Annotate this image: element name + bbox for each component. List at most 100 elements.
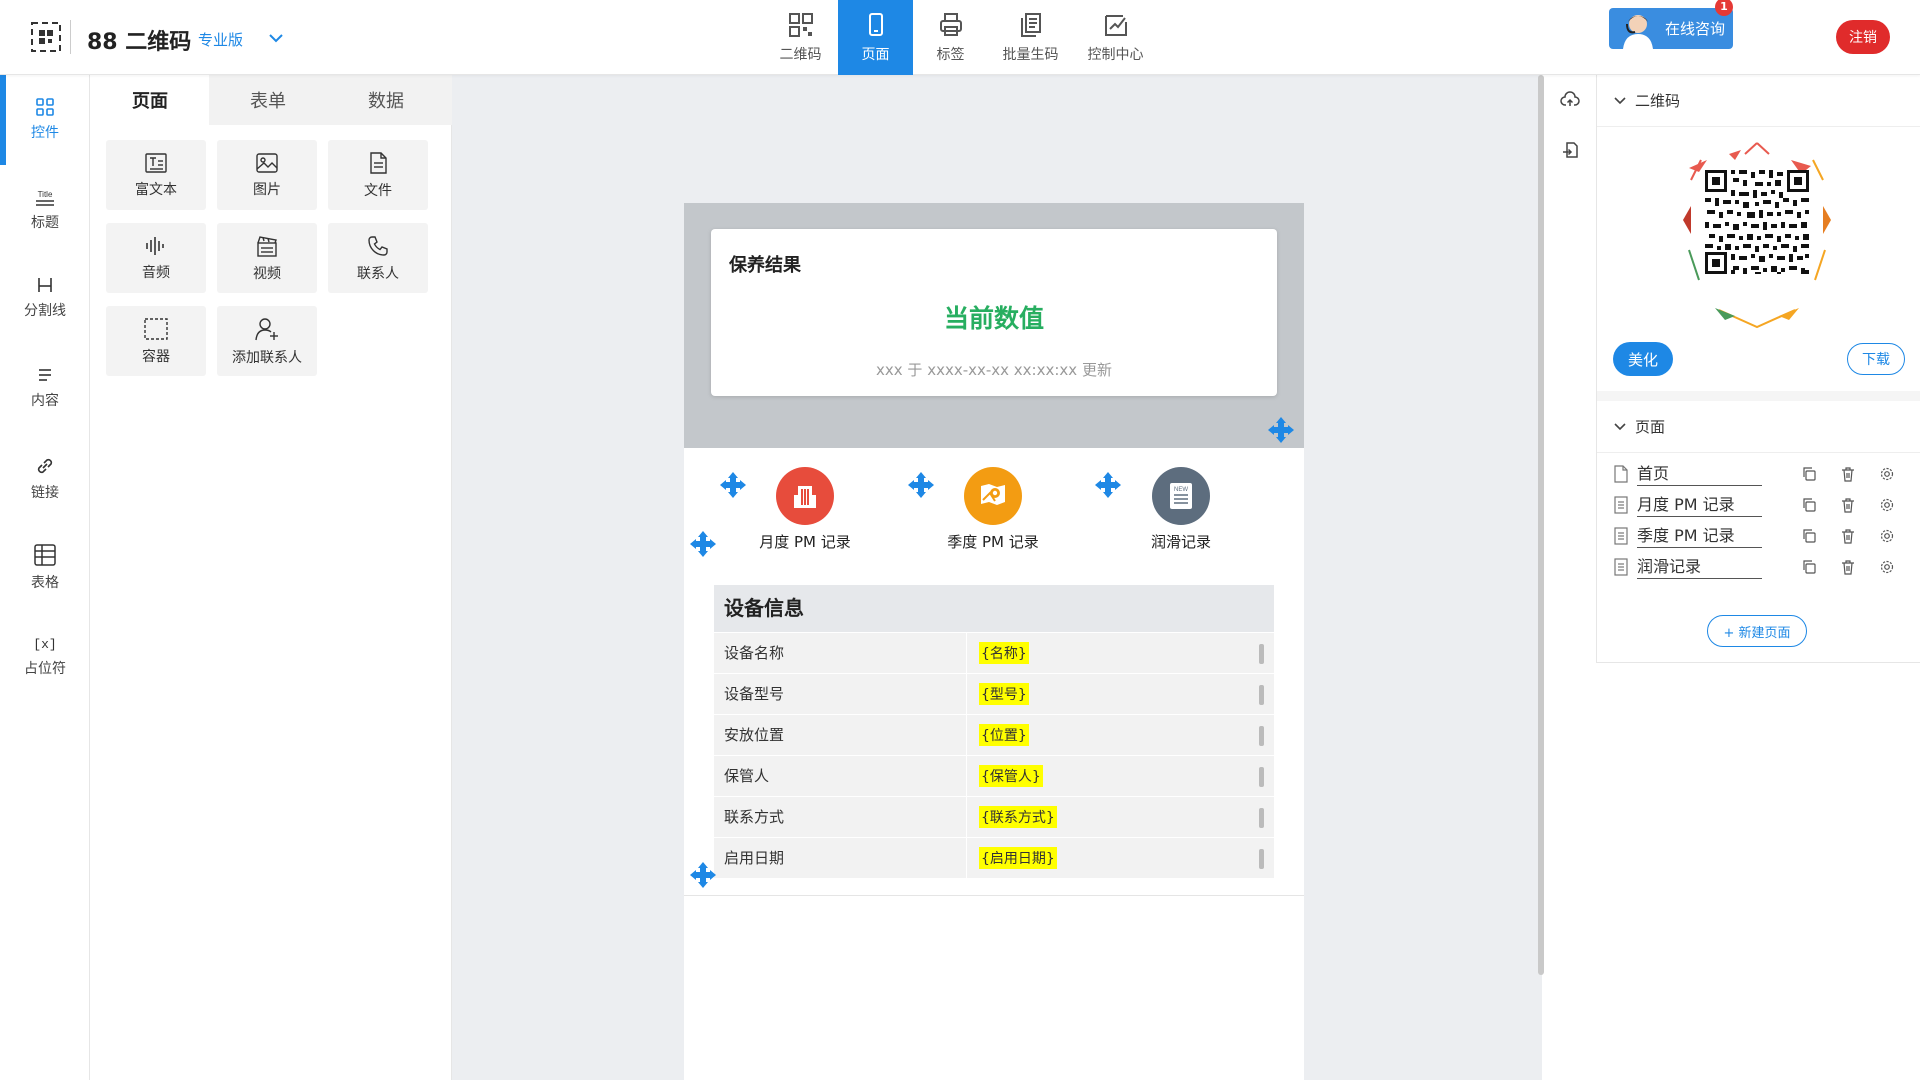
page-list-icon xyxy=(1614,558,1628,576)
table-row[interactable]: 设备名称 {名称} xyxy=(714,632,1274,673)
beautify-button[interactable]: 美化 xyxy=(1613,342,1673,376)
widget-contact[interactable]: 联系人 xyxy=(328,223,428,293)
app-logo-icon[interactable] xyxy=(30,20,62,54)
link-icon xyxy=(37,458,53,474)
widget-rich-text[interactable]: 富文本 xyxy=(106,140,206,210)
nav-label[interactable]: 标签 xyxy=(913,0,988,75)
svg-text:[x]: [x] xyxy=(33,637,56,652)
nav-qrcode[interactable]: 二维码 xyxy=(763,0,838,75)
building-icon xyxy=(794,486,816,508)
row-drag-handle[interactable] xyxy=(1259,849,1264,869)
widget-label: 容器 xyxy=(142,348,170,365)
left-rail: 控件 Title 标题 分割线 内容 链接 表格 [x] 占位符 xyxy=(0,75,90,1080)
divider-icon xyxy=(38,278,52,292)
logout-button[interactable]: 注销 xyxy=(1836,20,1890,54)
mobile-page-icon xyxy=(868,13,883,36)
online-consult-button[interactable]: 在线咨询 1 xyxy=(1609,0,1733,49)
trash-icon[interactable] xyxy=(1840,528,1856,544)
widget-audio[interactable]: 音频 xyxy=(106,223,206,293)
widget-container[interactable]: 容器 xyxy=(106,306,206,376)
widget-grid: 富文本 图片 文件 音频 视频 联系人 容器 添加联系人 xyxy=(106,140,428,376)
move-handle-icon[interactable] xyxy=(688,529,718,559)
row-value-cell: {保管人} xyxy=(967,756,1274,796)
trash-icon[interactable] xyxy=(1840,466,1856,482)
nav-control[interactable]: 控制中心 xyxy=(1073,0,1158,75)
row-label: 安放位置 xyxy=(714,715,967,755)
equipment-info-table[interactable]: 设备信息 设备名称 {名称} 设备型号 {型号} 安放位置 {位置} 保管人 {… xyxy=(714,585,1274,878)
rail-item-placeholder[interactable]: [x] 占位符 xyxy=(0,633,90,678)
widget-file[interactable]: 文件 xyxy=(328,140,428,210)
nav-page[interactable]: 页面 xyxy=(838,0,913,75)
page-list-icon xyxy=(1614,496,1628,514)
table-icon xyxy=(34,544,56,566)
qr-code-preview[interactable] xyxy=(1665,140,1849,330)
copy-icon[interactable] xyxy=(1801,466,1817,482)
widget-panel: 页面 表单 数据 富文本 图片 文件 音频 视频 联系人 容器 添加联系人 xyxy=(91,75,452,1080)
page-name[interactable]: 润滑记录 xyxy=(1637,556,1762,579)
rail-item-widgets[interactable]: 控件 xyxy=(0,97,90,142)
table-row[interactable]: 设备型号 {型号} xyxy=(714,673,1274,714)
pages-section-title: 页面 xyxy=(1635,418,1666,436)
cloud-upload-icon[interactable] xyxy=(1560,90,1580,110)
table-row[interactable]: 启用日期 {启用日期} xyxy=(714,837,1274,878)
export-icon[interactable] xyxy=(1560,140,1580,160)
link-monthly-pm[interactable]: 月度 PM 记录 xyxy=(740,467,870,552)
page-name[interactable]: 首页 xyxy=(1637,463,1762,486)
page-item-home[interactable]: 首页 xyxy=(1613,461,1913,487)
move-handle-icon[interactable] xyxy=(1266,415,1296,445)
link-lubrication[interactable]: NEW 润滑记录 xyxy=(1116,467,1246,552)
rail-item-link[interactable]: 链接 xyxy=(0,455,90,502)
rail-item-title[interactable]: Title 标题 xyxy=(0,187,90,232)
gear-icon[interactable] xyxy=(1879,497,1895,513)
nav-batch[interactable]: 批量生码 xyxy=(988,0,1073,75)
copy-icon[interactable] xyxy=(1801,497,1817,513)
chevron-down-icon[interactable] xyxy=(266,28,286,48)
widget-add-contact[interactable]: 添加联系人 xyxy=(217,306,317,376)
audio-icon xyxy=(146,236,164,255)
pages-section-header[interactable]: 页面 xyxy=(1597,401,1920,453)
link-quarterly-pm[interactable]: 季度 PM 记录 xyxy=(928,467,1058,552)
rail-item-content[interactable]: 内容 xyxy=(0,365,90,410)
tab-page[interactable]: 页面 xyxy=(91,75,209,125)
tab-data[interactable]: 数据 xyxy=(327,75,445,125)
gear-icon[interactable] xyxy=(1879,466,1895,482)
new-page-button[interactable]: + 新建页面 xyxy=(1707,615,1807,647)
row-drag-handle[interactable] xyxy=(1259,767,1264,787)
row-drag-handle[interactable] xyxy=(1259,726,1264,746)
rail-label: 分割线 xyxy=(24,303,66,319)
gear-icon[interactable] xyxy=(1879,559,1895,575)
row-drag-handle[interactable] xyxy=(1259,685,1264,705)
page-item-monthly[interactable]: 月度 PM 记录 xyxy=(1613,492,1913,518)
table-row[interactable]: 联系方式 {联系方式} xyxy=(714,796,1274,837)
page-item-quarterly[interactable]: 季度 PM 记录 xyxy=(1613,523,1913,549)
page-name[interactable]: 月度 PM 记录 xyxy=(1637,494,1762,517)
trash-icon[interactable] xyxy=(1840,497,1856,513)
copy-icon[interactable] xyxy=(1801,528,1817,544)
widget-video[interactable]: 视频 xyxy=(217,223,317,293)
chevron-down-icon xyxy=(1614,422,1626,430)
copy-icon[interactable] xyxy=(1801,559,1817,575)
result-card[interactable]: 保养结果 当前数值 xxx 于 xxxx-xx-xx xx:xx:xx 更新 xyxy=(711,229,1277,396)
download-button[interactable]: 下载 xyxy=(1847,343,1905,375)
qr-section-header[interactable]: 二维码 xyxy=(1597,75,1920,127)
widget-image[interactable]: 图片 xyxy=(217,140,317,210)
row-value: {联系方式} xyxy=(979,806,1057,828)
right-panel: 二维码 美化 下载 页面 首页 月度 PM 记录 季度 PM 记录 润滑记录 +… xyxy=(1596,75,1920,663)
news-icon: NEW xyxy=(1170,483,1192,509)
result-section[interactable]: 保养结果 当前数值 xxx 于 xxxx-xx-xx xx:xx:xx 更新 xyxy=(684,203,1304,448)
rail-item-table[interactable]: 表格 xyxy=(0,543,90,592)
table-row[interactable]: 保管人 {保管人} xyxy=(714,755,1274,796)
rail-item-divider[interactable]: 分割线 xyxy=(0,275,90,320)
trash-icon[interactable] xyxy=(1840,559,1856,575)
tab-form[interactable]: 表单 xyxy=(209,75,327,125)
page-name[interactable]: 季度 PM 记录 xyxy=(1637,525,1762,548)
nav-qrcode-label: 二维码 xyxy=(779,47,822,63)
gear-icon[interactable] xyxy=(1879,528,1895,544)
page-item-lubrication[interactable]: 润滑记录 xyxy=(1613,554,1913,580)
row-drag-handle[interactable] xyxy=(1259,808,1264,828)
edition-label[interactable]: 专业版 xyxy=(198,29,243,50)
row-drag-handle[interactable] xyxy=(1259,644,1264,664)
move-handle-icon[interactable] xyxy=(688,860,718,890)
table-row[interactable]: 安放位置 {位置} xyxy=(714,714,1274,755)
rail-label: 控件 xyxy=(31,125,59,141)
